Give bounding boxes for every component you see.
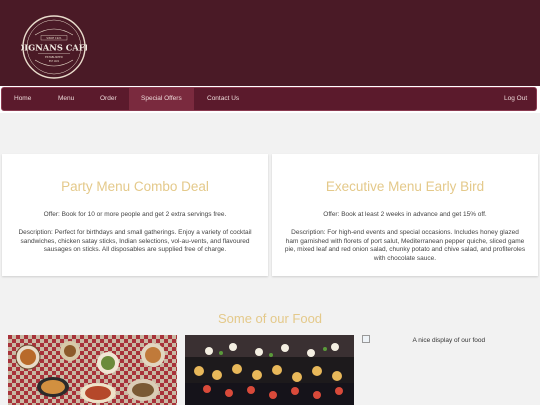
broken-image-icon (362, 335, 370, 343)
nav-special-offers[interactable]: Special Offers (129, 88, 194, 110)
main-nav: Home Menu Order Special Offers Contact U… (1, 87, 537, 111)
logo-est-text: EST 1921 (49, 60, 60, 63)
logo-since-text: SINCE 1921 (46, 36, 62, 40)
site-header: SINCE 1921 DIGNANS CAFE ESTABLISHED EST … (0, 0, 540, 86)
food-photo-buffet (8, 335, 177, 405)
nav-menu[interactable]: Menu (58, 88, 74, 110)
food-photo-canapes (185, 335, 354, 405)
offer-text: Offer: Book for 10 or more people and ge… (43, 211, 227, 218)
cafe-logo[interactable]: SINCE 1921 DIGNANS CAFE ESTABLISHED EST … (21, 14, 87, 80)
offer-description: Description: Perfect for birthdays and s… (18, 229, 252, 254)
food-section-title: Some of our Food (217, 311, 323, 326)
offer-card-executive: Executive Menu Early Bird Offer: Book at… (272, 154, 538, 276)
nav-home[interactable]: Home (14, 88, 31, 110)
nav-order[interactable]: Order (100, 88, 117, 110)
nav-contact-us[interactable]: Contact Us (207, 88, 239, 110)
nav-logout[interactable]: Log Out (504, 88, 527, 110)
logo-established-text: ESTABLISHED (45, 55, 63, 59)
offer-title: Executive Menu Early Bird (325, 179, 485, 194)
logo-brand-name: DIGNANS CAFE (21, 43, 87, 53)
offer-card-party: Party Menu Combo Deal Offer: Book for 10… (2, 154, 268, 276)
offer-text: Offer: Book at least 2 weeks in advance … (323, 211, 487, 218)
offer-description: Description: For high-end events and spe… (284, 229, 526, 262)
food-image-broken: A nice display of our food (362, 335, 524, 344)
offer-title: Party Menu Combo Deal (61, 179, 209, 194)
broken-image-alt-text: A nice display of our food (412, 337, 486, 344)
